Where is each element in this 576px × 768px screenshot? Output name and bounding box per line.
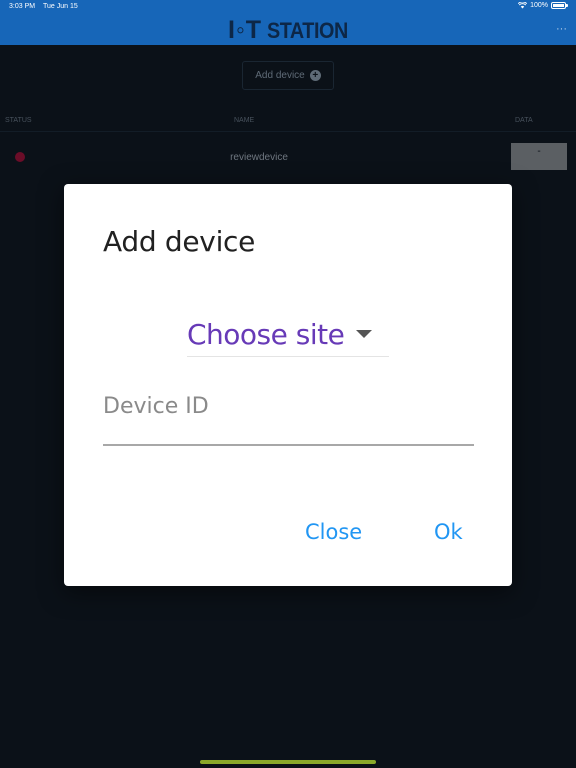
column-header-name: NAME [234, 117, 255, 124]
add-device-button[interactable]: Add device + [242, 61, 334, 90]
more-options-icon[interactable]: ··· [556, 24, 567, 35]
close-button[interactable]: Close [305, 520, 362, 544]
column-header-data: DATA [515, 117, 533, 124]
add-device-label: Add device [255, 70, 305, 81]
battery-percent: 100% [530, 2, 548, 9]
add-device-dialog: Add device Choose site Device ID Close O… [64, 184, 512, 586]
home-indicator[interactable] [200, 760, 376, 764]
battery-icon [551, 2, 568, 9]
ok-button[interactable]: Ok [434, 520, 463, 544]
logo-iot: I◦T [228, 16, 263, 44]
status-bar: 3:03 PM Tue Jun 15 100% [0, 0, 576, 16]
device-name: reviewdevice [230, 152, 288, 163]
device-id-placeholder: Device ID [103, 394, 209, 419]
logo-station: STATION [267, 17, 348, 43]
site-select-label: Choose site [187, 317, 345, 351]
dialog-title: Add device [103, 225, 256, 258]
add-circle-icon: + [309, 70, 321, 81]
wifi-icon [518, 2, 528, 9]
app-header: I◦T STATION [0, 16, 576, 45]
device-data-cell: - [511, 143, 567, 170]
dropdown-caret-icon [356, 330, 373, 338]
site-select[interactable]: Choose site [187, 312, 389, 357]
status-date: Tue Jun 15 [43, 3, 78, 10]
device-id-field[interactable]: Device ID [103, 390, 474, 446]
column-header-status: STATUS [5, 117, 32, 124]
status-right: 100% [518, 2, 568, 9]
status-time: 3:03 PM [9, 3, 36, 10]
table-divider [0, 131, 576, 132]
app-logo: I◦T STATION [228, 16, 357, 44]
